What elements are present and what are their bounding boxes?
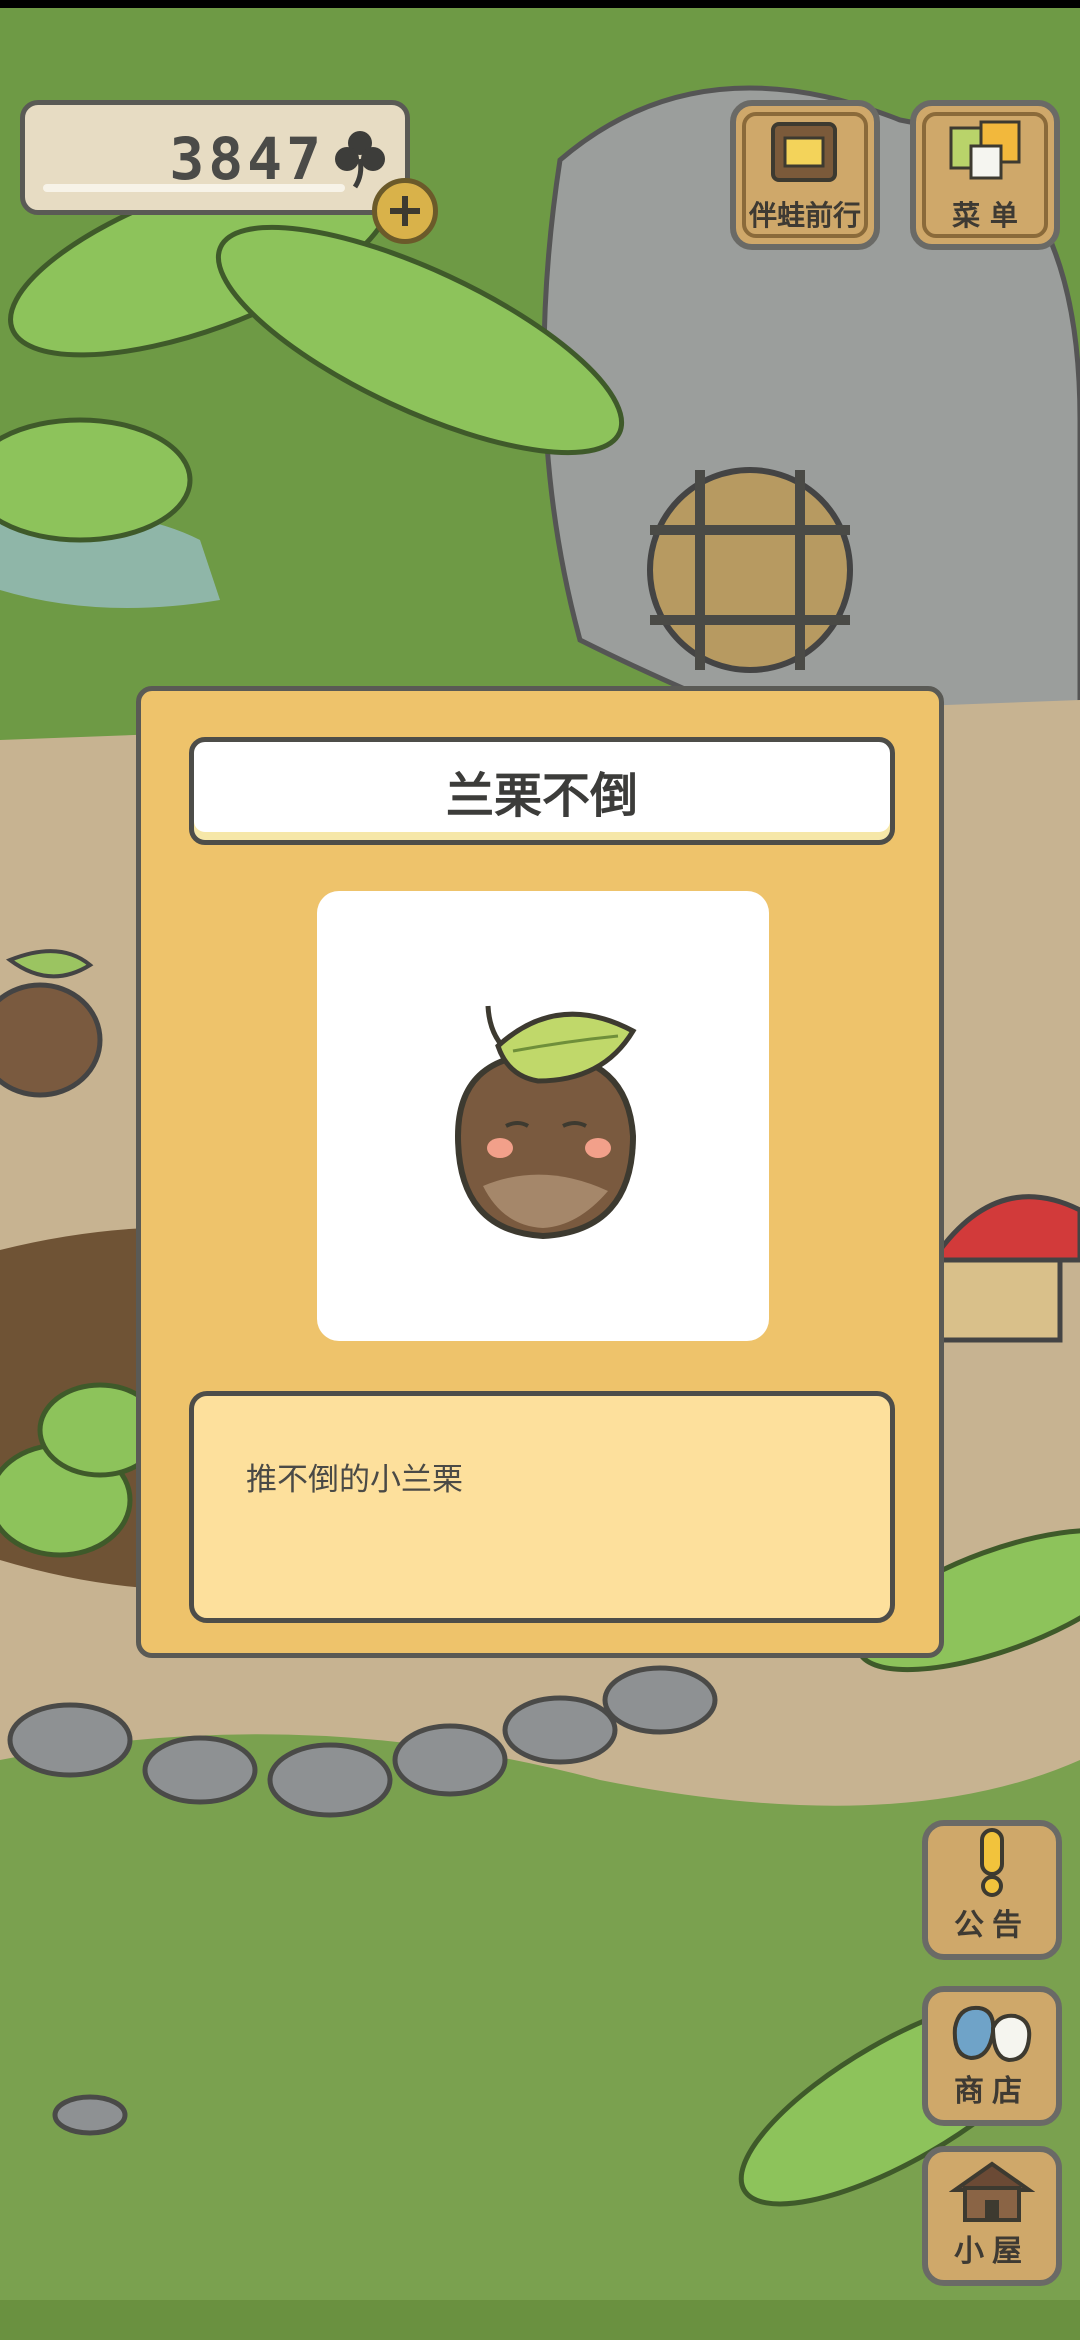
add-clover-button[interactable] [372,178,438,244]
item-image-frame [317,891,769,1341]
item-dialog: 兰栗不倒 推不倒的小兰栗 [136,686,944,1658]
item-title-box: 兰栗不倒 [189,737,895,845]
item-description-box: 推不倒的小兰栗 [189,1391,895,1623]
item-description: 推不倒的小兰栗 [246,1462,463,1498]
item-title: 兰栗不倒 [445,768,638,824]
shop-label: 商店 [954,2074,1030,2109]
menu-cards-icon [949,120,1021,180]
house-label: 小屋 [954,2234,1030,2269]
chestnut-icon [454,1005,637,1240]
clover-counter: 3847 [20,100,410,215]
menu-button[interactable]: 菜 单 [910,100,1060,250]
book-icon [771,122,837,182]
plus-icon [390,196,420,226]
clover-icon [335,131,385,189]
menu-label: 菜 单 [952,199,1018,232]
counter-underline [43,184,345,192]
shop-button[interactable]: 商店 [922,1986,1062,2126]
notice-label: 公告 [954,1908,1030,1943]
house-icon [949,2161,1035,2222]
notice-button[interactable]: 公告 [922,1820,1062,1960]
shop-bags-icon [952,2005,1032,2063]
clover-count: 3847 [169,125,325,193]
travel-with-frog-button[interactable]: 伴蛙前行 [730,100,880,250]
exclamation-icon [980,1828,1004,1897]
house-button[interactable]: 小屋 [922,2146,1062,2286]
travel-label: 伴蛙前行 [748,199,861,232]
status-strip [0,0,1080,8]
